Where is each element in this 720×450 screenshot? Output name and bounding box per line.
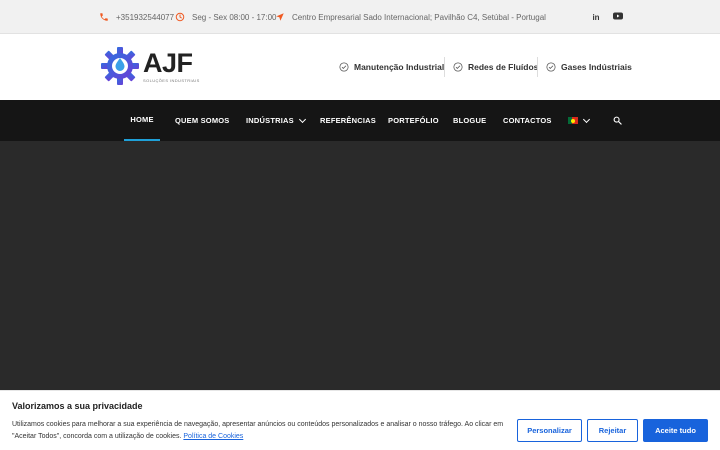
nav-references[interactable]: REFERÊNCIAS — [320, 100, 376, 141]
social-links: in — [591, 0, 623, 34]
cookie-consent-banner: Valorizamos a sua privacidade Utilizamos… — [0, 390, 720, 450]
check-circle-icon — [546, 62, 556, 72]
phone-number: +351932544077 — [116, 12, 175, 22]
cookie-text: Utilizamos cookies para melhorar a sua e… — [12, 421, 504, 440]
service-label: Manutenção Industrial — [354, 62, 445, 72]
nav-portfolio[interactable]: PORTEFÓLIO — [388, 100, 439, 141]
main-navigation: HOME QUEM SOMOS INDÚSTRIAS REFERÊNCIAS P… — [0, 100, 720, 141]
flag-portugal-icon — [568, 117, 578, 124]
location-arrow-icon — [274, 11, 286, 23]
chevron-down-icon — [298, 115, 306, 123]
check-circle-icon — [339, 62, 349, 72]
accept-all-button[interactable]: Aceite tudo — [643, 419, 708, 442]
phone-icon — [98, 11, 110, 23]
linkedin-icon[interactable]: in — [591, 13, 601, 22]
hero-slider — [0, 141, 720, 390]
service-label: Redes de Fluídos — [468, 62, 539, 72]
search-button[interactable] — [613, 100, 622, 141]
phone-info[interactable]: +351932544077 — [98, 0, 174, 34]
customize-button[interactable]: Personalizar — [517, 419, 582, 442]
youtube-icon[interactable] — [613, 12, 623, 22]
check-circle-icon — [453, 62, 463, 72]
reject-button[interactable]: Rejeitar — [587, 419, 638, 442]
search-icon — [613, 116, 622, 125]
nav-contacts[interactable]: CONTACTOS — [503, 100, 552, 141]
site-logo[interactable]: AJF SOLUÇÕES INDUSTRIAIS — [100, 46, 200, 86]
logo-tagline: SOLUÇÕES INDUSTRIAIS — [143, 77, 200, 83]
nav-home[interactable]: HOME — [124, 100, 160, 141]
address-info: Centro Empresarial Sado Internacional; P… — [274, 0, 546, 34]
cookie-policy-link[interactable]: Política de Cookies — [183, 433, 243, 440]
nav-blog[interactable]: BLOGUE — [453, 100, 486, 141]
site-header: AJF SOLUÇÕES INDUSTRIAIS Manutenção Indu… — [0, 34, 720, 100]
opening-hours: Seg - Sex 08:00 - 17:00 — [192, 12, 277, 22]
cookie-title: Valorizamos a sua privacidade — [12, 401, 143, 411]
service-industrial-gases[interactable]: Gases Indústriais — [546, 34, 632, 100]
logo-name: AJF — [143, 47, 193, 78]
service-divider — [444, 57, 445, 77]
service-divider — [537, 57, 538, 77]
service-fluid-networks[interactable]: Redes de Fluídos — [453, 34, 538, 100]
service-label: Gases Indústriais — [561, 62, 632, 72]
top-bar: +351932544077 Seg - Sex 08:00 - 17:00 Ce… — [0, 0, 720, 34]
clock-icon — [174, 11, 186, 23]
nav-industries[interactable]: INDÚSTRIAS — [246, 100, 306, 141]
chevron-down-icon — [582, 115, 591, 123]
service-maintenance[interactable]: Manutenção Industrial — [339, 34, 444, 100]
nav-about[interactable]: QUEM SOMOS — [175, 100, 230, 141]
hours-info: Seg - Sex 08:00 - 17:00 — [174, 0, 277, 34]
address-text: Centro Empresarial Sado Internacional; P… — [292, 12, 546, 22]
language-selector[interactable] — [568, 100, 591, 141]
gear-drop-icon — [101, 47, 139, 85]
cookie-description: Utilizamos cookies para melhorar a sua e… — [12, 419, 512, 443]
